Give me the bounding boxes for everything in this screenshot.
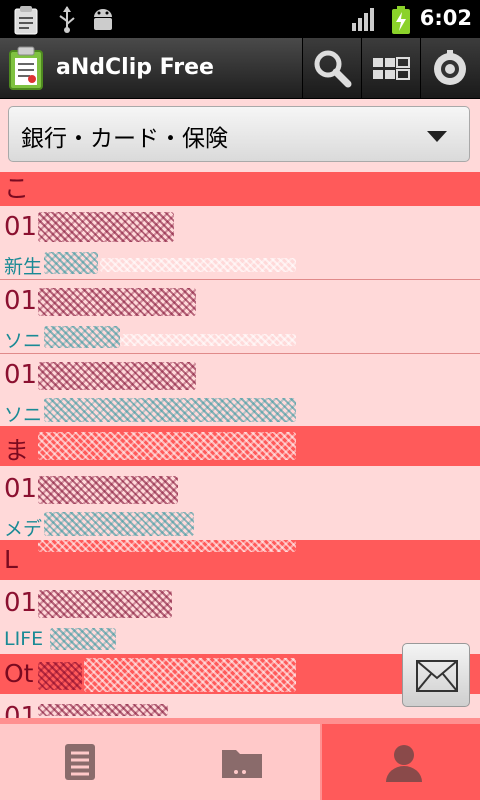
- mail-icon: [416, 660, 458, 692]
- redacted-text: [44, 512, 194, 536]
- redacted-text: [120, 334, 296, 346]
- list-item-number: 01: [4, 474, 38, 504]
- list-item[interactable]: 01: [0, 468, 480, 510]
- redacted-text: [38, 288, 196, 316]
- list-item-number: 01: [4, 212, 38, 242]
- redacted-text: [44, 398, 296, 422]
- list-item[interactable]: 01: [0, 582, 480, 624]
- tab-folders[interactable]: [160, 724, 320, 800]
- redacted-text: [44, 252, 98, 274]
- dropdown-arrow-icon: [427, 131, 447, 142]
- action-bar: aNdClip Free: [0, 38, 480, 99]
- redacted-text: [38, 590, 172, 618]
- settings-icon: [434, 50, 466, 85]
- tab-contacts[interactable]: [322, 724, 480, 800]
- section-header-label: Ot: [4, 659, 34, 688]
- layout-button[interactable]: [361, 38, 420, 98]
- section-header: L: [0, 540, 480, 580]
- redacted-text: [38, 362, 196, 390]
- android-debug-icon: [94, 9, 112, 30]
- contact-list[interactable]: こ 01 新生 01 ソニ 01 ソニ ま 01 メデ L 01 LIFE Ot…: [0, 172, 480, 718]
- list-item-subtitle: ソニ: [0, 396, 480, 428]
- redacted-text: [44, 326, 120, 348]
- tab-clips[interactable]: [0, 724, 160, 800]
- usb-icon: [59, 6, 75, 33]
- list-item-number: 01: [4, 702, 38, 718]
- list-item-subtitle: ソニ: [0, 322, 480, 354]
- redacted-text: [50, 628, 116, 650]
- layout-icon: [373, 57, 410, 80]
- clipboard-notification-icon: [14, 6, 38, 35]
- redacted-text: [84, 658, 296, 692]
- category-dropdown[interactable]: 銀行・カード・保険: [8, 106, 470, 162]
- redacted-text: [38, 662, 82, 690]
- status-time: 6:02: [419, 6, 472, 30]
- list-item-number: 01: [4, 588, 38, 618]
- redacted-text: [38, 212, 174, 242]
- redacted-text: [38, 540, 296, 552]
- search-icon: [314, 50, 352, 88]
- document-icon: [65, 744, 95, 780]
- app-title: aNdClip Free: [56, 55, 214, 80]
- list-item-subtitle: 新生: [0, 248, 480, 280]
- section-header-label: こ: [4, 174, 30, 203]
- section-header-label: ま: [4, 436, 30, 465]
- list-item-subtitle-label: 新生: [4, 256, 43, 278]
- send-mail-button[interactable]: [402, 643, 470, 707]
- status-bar: 6:02: [0, 0, 480, 38]
- folder-icon: [222, 750, 262, 778]
- list-item-subtitle-label: メデ: [4, 518, 43, 540]
- section-header: こ: [0, 172, 480, 206]
- settings-button[interactable]: [420, 38, 480, 98]
- list-item-number: 01: [4, 286, 38, 316]
- list-item[interactable]: 01: [0, 280, 480, 322]
- list-item-subtitle-label: ソニ: [4, 404, 43, 426]
- category-dropdown-value: 銀行・カード・保険: [21, 126, 228, 152]
- person-icon: [386, 745, 422, 782]
- redacted-text: [100, 258, 296, 272]
- bottom-tab-bar: [0, 718, 480, 800]
- section-header: ま: [0, 426, 480, 466]
- list-item-subtitle: メデ: [0, 510, 480, 542]
- signal-icon: [352, 8, 374, 31]
- list-item[interactable]: 01: [0, 354, 480, 396]
- redacted-text: [38, 476, 178, 504]
- list-item-subtitle-label: ソニ: [4, 330, 43, 352]
- list-item[interactable]: 01: [0, 206, 480, 248]
- list-item-subtitle-label: LIFE: [4, 628, 44, 650]
- redacted-text: [38, 432, 296, 460]
- battery-charging-icon: [392, 6, 410, 34]
- app-logo-icon: [9, 46, 43, 90]
- list-item-number: 01: [4, 360, 38, 390]
- redacted-text: [38, 704, 168, 716]
- search-button[interactable]: [302, 38, 361, 98]
- section-header-label: L: [4, 545, 18, 574]
